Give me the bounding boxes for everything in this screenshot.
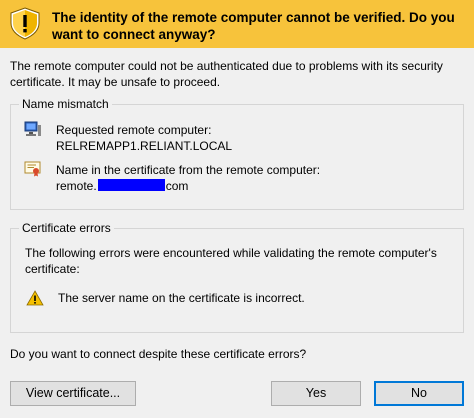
view-certificate-button[interactable]: View certificate...	[10, 381, 136, 406]
certificate-errors-group: Certificate errors The following errors …	[10, 220, 464, 333]
intro-text: The remote computer could not be authent…	[10, 59, 443, 89]
certificate-name-label: Name in the certificate from the remote …	[56, 163, 321, 177]
no-button[interactable]: No	[374, 381, 464, 406]
certificate-name-suffix: com	[165, 179, 189, 193]
certificate-errors-legend: Certificate errors	[19, 220, 114, 236]
dialog-heading: The identity of the remote computer cann…	[52, 10, 455, 42]
yes-button[interactable]: Yes	[271, 381, 361, 406]
warning-icon	[26, 290, 44, 306]
shield-warning-icon	[10, 7, 40, 40]
name-mismatch-group: Name mismatch Requested remote computer:…	[10, 96, 464, 210]
redaction-bar	[97, 179, 165, 191]
certificate-name-value: remote. com	[56, 178, 188, 194]
requested-computer-label: Requested remote computer:	[56, 123, 212, 137]
certificate-errors-description: The following errors were encountered wh…	[25, 246, 437, 276]
certificate-icon	[24, 161, 41, 177]
warning-banner: The identity of the remote computer cann…	[0, 0, 474, 48]
confirmation-question: Do you want to connect despite these cer…	[10, 347, 307, 361]
certificate-error-item: The server name on the certificate is in…	[58, 291, 305, 305]
remote-computer-icon	[24, 121, 41, 136]
requested-computer-value: RELREMAPP1.RELIANT.LOCAL	[56, 139, 233, 153]
certificate-name-prefix: remote.	[56, 179, 97, 193]
name-mismatch-legend: Name mismatch	[19, 96, 112, 112]
